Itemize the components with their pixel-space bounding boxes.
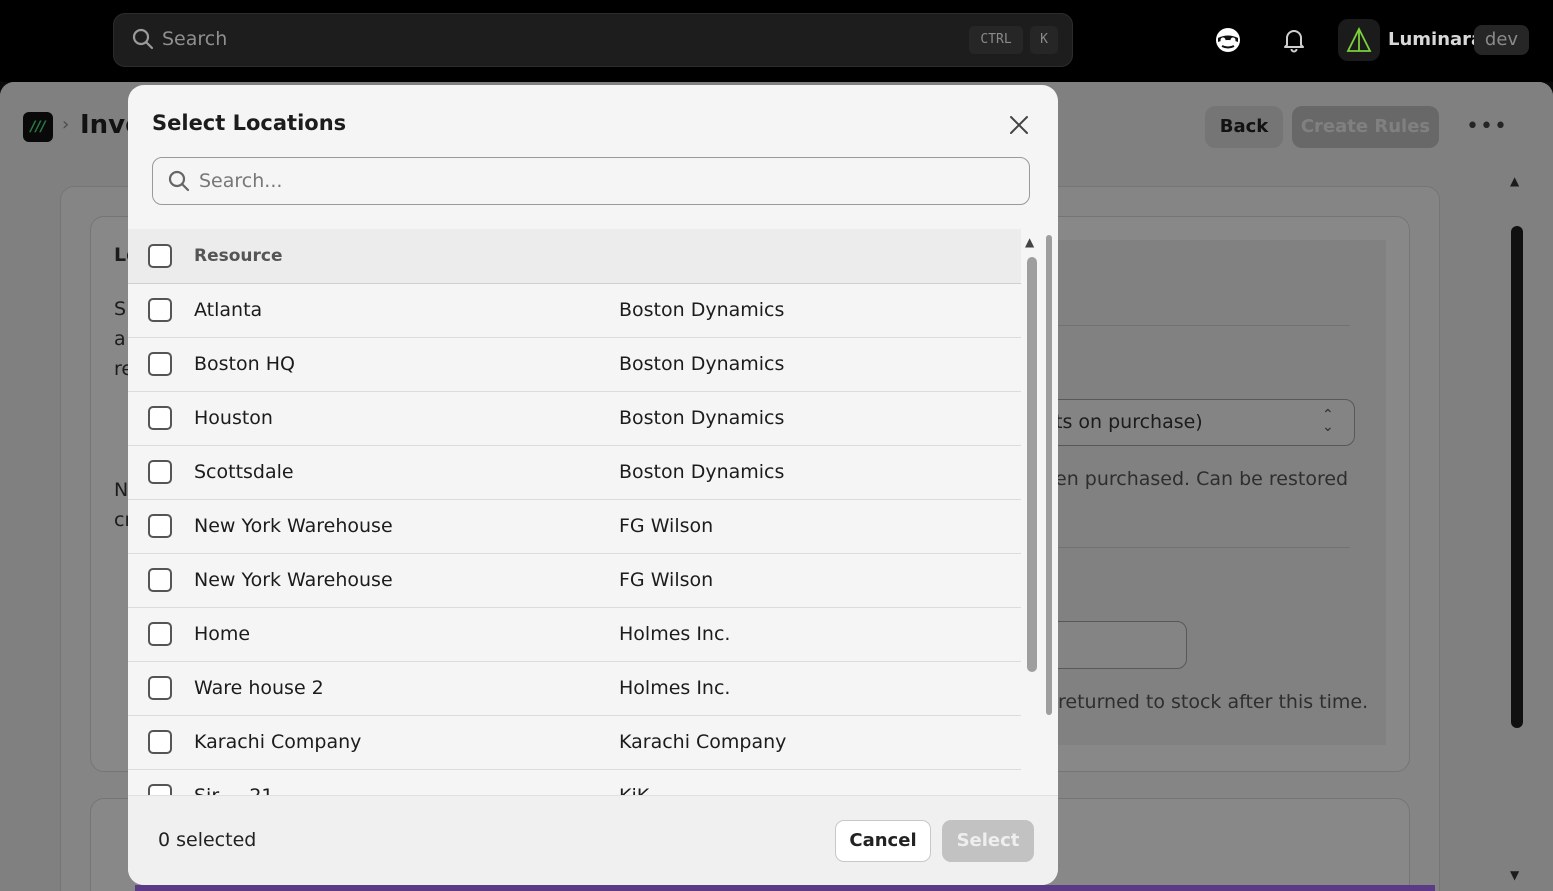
location-organization: Karachi Company: [619, 731, 787, 753]
search-icon: [132, 28, 154, 54]
location-organization: KiK ...: [619, 785, 673, 795]
row-checkbox[interactable]: [148, 514, 172, 538]
table-row[interactable]: Karachi Company Karachi Company: [128, 716, 1021, 770]
shortcut-modifier: CTRL: [969, 26, 1023, 54]
select-button[interactable]: Select: [942, 820, 1034, 862]
location-organization: FG Wilson: [619, 569, 714, 591]
table-row[interactable]: Atlanta Boston Dynamics: [128, 284, 1021, 338]
cancel-button[interactable]: Cancel: [835, 820, 931, 862]
select-all-checkbox[interactable]: [148, 244, 172, 268]
row-checkbox[interactable]: [148, 568, 172, 592]
env-badge: dev: [1474, 25, 1529, 55]
location-organization: Holmes Inc.: [619, 623, 731, 645]
dialog-title: Select Locations: [152, 111, 347, 135]
shortcut-key: K: [1030, 26, 1058, 54]
select-locations-dialog: Select Locations Resource Atlanta Boston …: [128, 85, 1058, 885]
row-checkbox[interactable]: [148, 406, 172, 430]
row-checkbox[interactable]: [148, 352, 172, 376]
table-row[interactable]: Home Holmes Inc.: [128, 608, 1021, 662]
location-organization: FG Wilson: [619, 515, 714, 537]
location-name: Scottsdale: [194, 461, 294, 483]
location-name: Ware house 2: [194, 677, 324, 699]
org-name[interactable]: Luminara: [1388, 29, 1483, 50]
location-name: Atlanta: [194, 299, 263, 321]
dialog-scrollbar[interactable]: [1046, 235, 1052, 715]
location-name: Boston HQ: [194, 353, 295, 375]
table-row[interactable]: Boston HQ Boston Dynamics: [128, 338, 1021, 392]
location-name: Karachi Company: [194, 731, 362, 753]
location-name: Home: [194, 623, 251, 645]
location-search[interactable]: [152, 157, 1030, 205]
row-checkbox[interactable]: [148, 676, 172, 700]
location-name: New York Warehouse: [194, 515, 393, 537]
location-name: New York Warehouse: [194, 569, 393, 591]
table-row[interactable]: Houston Boston Dynamics: [128, 392, 1021, 446]
row-checkbox[interactable]: [148, 460, 172, 484]
row-checkbox[interactable]: [148, 622, 172, 646]
close-icon[interactable]: [1007, 113, 1031, 137]
table-row[interactable]: New York Warehouse FG Wilson: [128, 500, 1021, 554]
mask-icon[interactable]: [1214, 26, 1242, 58]
location-organization: Boston Dynamics: [619, 353, 785, 375]
table-scrollbar[interactable]: [1027, 257, 1037, 672]
locations-table: Resource Atlanta Boston Dynamics Boston HQ…: [128, 229, 1021, 795]
location-search-input[interactable]: [199, 168, 999, 194]
selected-count: 0 selected: [158, 829, 257, 851]
table-row[interactable]: New York Warehouse FG Wilson: [128, 554, 1021, 608]
org-logo-icon[interactable]: [1338, 19, 1380, 61]
row-checkbox[interactable]: [148, 730, 172, 754]
scroll-up-icon[interactable]: ▲: [1025, 235, 1034, 249]
column-header-resource: Resource: [194, 246, 283, 266]
location-organization: Boston Dynamics: [619, 461, 785, 483]
dialog-footer: 0 selected Cancel Select: [128, 795, 1058, 885]
table-row[interactable]: Ware house 2 Holmes Inc.: [128, 662, 1021, 716]
bell-icon[interactable]: [1282, 27, 1306, 57]
location-organization: Boston Dynamics: [619, 299, 785, 321]
location-organization: Holmes Inc.: [619, 677, 731, 699]
row-checkbox[interactable]: [148, 784, 172, 795]
location-organization: Boston Dynamics: [619, 407, 785, 429]
row-checkbox[interactable]: [148, 298, 172, 322]
search-icon: [168, 170, 190, 196]
location-name: Houston: [194, 407, 273, 429]
table-row[interactable]: Scottsdale Boston Dynamics: [128, 446, 1021, 500]
location-name: Sir ... 21: [194, 785, 274, 795]
global-search-placeholder: Search: [162, 28, 228, 50]
global-search[interactable]: Search CTRL K: [113, 13, 1073, 67]
status-strip: [135, 885, 1435, 891]
top-bar: Search CTRL K Luminara dev: [0, 0, 1553, 82]
table-header: Resource: [128, 229, 1021, 284]
table-row[interactable]: Sir ... 21 KiK ...: [128, 770, 1021, 795]
